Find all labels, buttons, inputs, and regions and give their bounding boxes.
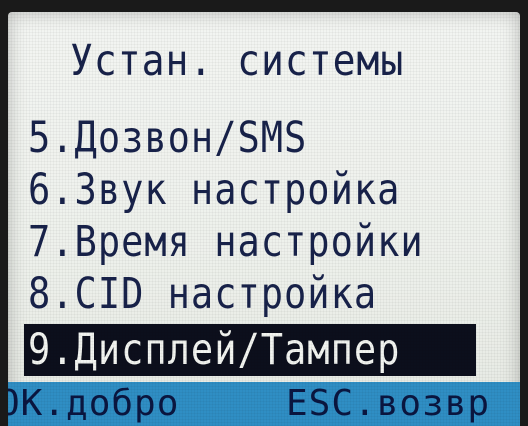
menu-item-label: 7.Время настройки	[28, 216, 424, 267]
screen-title: Устан. системы	[70, 36, 405, 86]
menu-item-cid-settings[interactable]: 8.CID настройка	[24, 268, 520, 320]
menu-item-label: 9.Дисплей/Тампер	[28, 324, 401, 375]
menu-item-label: 6.Звук настройка	[28, 164, 401, 215]
menu-item-label: 5.Дозвон/SMS	[28, 112, 308, 163]
lcd-screen: Устан. системы 5.Дозвон/SMS 6.Звук настр…	[8, 12, 520, 426]
menu-item-dial-sms[interactable]: 5.Дозвон/SMS	[24, 112, 520, 164]
alarm-panel-device: Устан. системы 5.Дозвон/SMS 6.Звук настр…	[0, 0, 528, 426]
menu-item-label: 8.CID настройка	[28, 268, 378, 319]
esc-softkey[interactable]: ESC.возвр	[286, 384, 490, 424]
menu-item-sound-settings[interactable]: 6.Звук настройка	[24, 164, 520, 216]
settings-menu: 5.Дозвон/SMS 6.Звук настройка 7.Время на…	[24, 112, 520, 376]
menu-item-time-settings[interactable]: 7.Время настройки	[24, 216, 520, 268]
softkey-bar: OK.добро ESC.возвр	[8, 382, 520, 426]
menu-item-display-tamper[interactable]: 9.Дисплей/Тампер	[24, 324, 476, 376]
ok-softkey[interactable]: OK.добро	[8, 384, 179, 424]
